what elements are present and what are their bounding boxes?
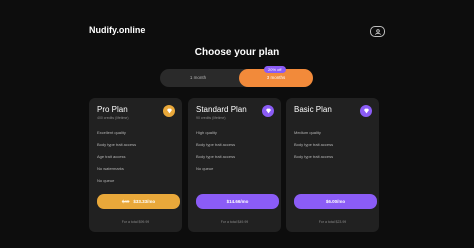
feature-item: Medium quality xyxy=(294,130,321,135)
page-title: Choose your plan xyxy=(194,47,280,58)
plan-name: Pro Plan xyxy=(97,105,128,114)
plan-credits: 90 credits (lifetime) xyxy=(196,116,226,120)
feature-item: Age trait access xyxy=(97,154,126,159)
plan-total: For a total $99.99 xyxy=(121,220,150,224)
plan-card-pro: Pro Plan 400 credits (lifetime) Excellen… xyxy=(89,98,182,232)
subscribe-standard-button[interactable]: $14.66/mo xyxy=(196,194,279,209)
diamond-icon xyxy=(360,105,372,117)
feature-list: Medium quality Body type trait access Bo… xyxy=(294,129,333,165)
subscribe-pro-button[interactable]: $49 $33.33/mo xyxy=(97,194,180,209)
plan-credits: 400 credits (lifetime) xyxy=(97,116,129,120)
feature-item: Body type trait access xyxy=(294,154,334,159)
old-price: $49 xyxy=(121,199,130,204)
diamond-icon xyxy=(262,105,274,117)
feature-item: No queue xyxy=(196,166,214,171)
feature-list: Excellent quality Body type trait access… xyxy=(97,129,136,189)
feature-list: High quality Body type trait access Body… xyxy=(196,129,235,177)
price: $14.66/mo xyxy=(226,199,249,204)
price: $6.00/mo xyxy=(325,199,346,204)
subscribe-basic-button[interactable]: $6.00/mo xyxy=(294,194,377,209)
billing-toggle[interactable]: 1 month 3 months xyxy=(160,69,313,87)
plan-total: For a total $23.99 xyxy=(318,220,347,224)
feature-item: No queue xyxy=(97,178,115,183)
discount-badge: 20% off xyxy=(264,66,286,73)
plan-card-standard: Standard Plan 90 credits (lifetime) High… xyxy=(188,98,281,232)
feature-item: Body type trait access xyxy=(97,142,137,147)
feature-item: Excellent quality xyxy=(97,130,126,135)
user-menu-button[interactable] xyxy=(370,26,385,37)
feature-item: Body type trait access xyxy=(196,142,236,147)
feature-item: Body type trait access xyxy=(294,142,334,147)
plan-card-basic: Basic Plan Medium quality Body type trai… xyxy=(286,98,379,232)
header: Nudify.online xyxy=(0,0,474,40)
feature-item: Body type trait access xyxy=(196,154,236,159)
diamond-icon xyxy=(163,105,175,117)
feature-item: High quality xyxy=(196,130,217,135)
price: $33.33/mo xyxy=(133,199,156,204)
plan-name: Standard Plan xyxy=(196,105,247,114)
logo[interactable]: Nudify.online xyxy=(89,25,145,35)
user-circle-icon xyxy=(374,28,382,35)
plan-name: Basic Plan xyxy=(294,105,332,114)
plan-total: For a total $49.99 xyxy=(220,220,249,224)
toggle-option-1-month[interactable]: 1 month xyxy=(162,69,234,87)
feature-item: No watermarks xyxy=(97,166,124,171)
